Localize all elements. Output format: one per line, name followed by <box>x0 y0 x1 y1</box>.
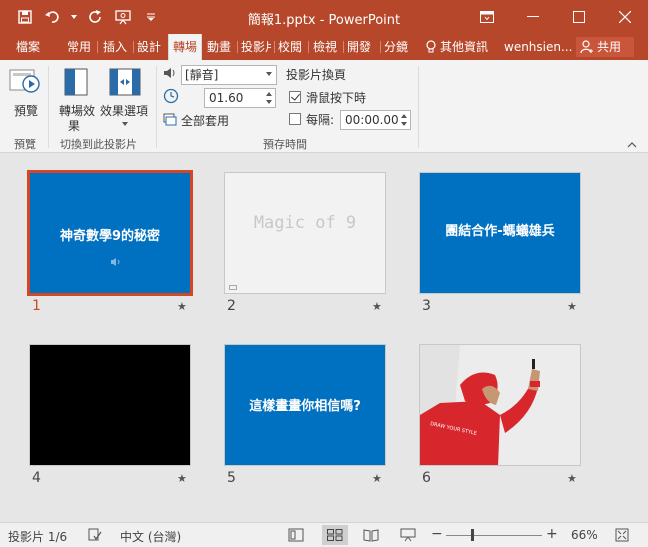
preview-button[interactable]: 預覽 <box>8 64 42 118</box>
slide-title: 這樣畫畫你相信嗎? <box>249 399 361 414</box>
ribbon: 預覽 預覽 轉場效 果 效果選項 切換到此投影片 [靜音] 01.60 全部套用… <box>0 60 648 153</box>
transition-star-icon: ★ <box>567 472 577 485</box>
slide-thumbnail-6[interactable]: DRAW YOUR STYLE <box>419 344 581 466</box>
lightbulb-icon <box>426 40 436 53</box>
on-mouse-click-label: 滑鼠按下時 <box>306 91 367 105</box>
after-label: 每隔: <box>306 113 335 127</box>
preview-icon <box>9 69 40 93</box>
transition-icon <box>64 68 88 96</box>
user-account[interactable]: wenhsien... <box>504 34 572 60</box>
sound-select[interactable]: [靜音] <box>181 65 277 85</box>
sound-value: [靜音] <box>185 68 219 82</box>
tab-storyboard[interactable]: 分鏡 <box>384 34 414 60</box>
duration-spinner[interactable]: 01.60 <box>204 88 276 108</box>
slide-sorter-icon <box>327 529 343 541</box>
tell-me-label: 其他資訊 <box>440 40 489 54</box>
preview-label: 預覽 <box>14 104 39 118</box>
close-icon[interactable] <box>602 0 648 34</box>
group-label-transition: 切換到此投影片 <box>60 138 137 151</box>
transition-star-icon: ★ <box>177 300 187 313</box>
apply-all-icon <box>163 113 177 126</box>
effect-options-button[interactable]: 效果選項 <box>100 64 152 130</box>
zoom-in-button[interactable]: + <box>546 526 558 542</box>
group-label-preview: 預覽 <box>14 138 36 151</box>
dropdown-arrow-icon <box>122 122 128 126</box>
effect-options-icon <box>109 68 141 96</box>
tab-animations[interactable]: 動畫 <box>207 34 233 60</box>
tab-insert[interactable]: 插入 <box>103 34 129 60</box>
slide-photo: DRAW YOUR STYLE <box>420 345 580 465</box>
spelling-check-icon[interactable] <box>88 528 102 542</box>
slide-thumbnail-1[interactable]: 神奇數學9的秘密 <box>27 170 193 296</box>
effect-options-label: 效果選項 <box>100 104 149 118</box>
after-time-value: 00:00.00 <box>345 113 399 127</box>
title-bar: 簡報1.pptx - PowerPoint <box>0 0 648 34</box>
apply-to-all-button[interactable]: 全部套用 <box>163 112 263 130</box>
slide-thumbnail-3[interactable]: 團結合作-螞蟻雄兵 <box>419 172 581 294</box>
slide-title: 神奇數學9的秘密 <box>59 229 161 244</box>
transition-star-icon: ★ <box>567 300 577 313</box>
slide-number: 1 <box>32 298 41 314</box>
slide-title: 團結合作-螞蟻雄兵 <box>445 224 555 239</box>
fit-to-window-icon[interactable] <box>615 528 629 542</box>
tab-view[interactable]: 檢視 <box>313 34 339 60</box>
transition-effects-button[interactable]: 轉場效 果 <box>56 64 100 133</box>
zoom-level[interactable]: 66% <box>571 528 598 542</box>
transition-star-icon: ★ <box>372 472 382 485</box>
slide-sorter: 神奇數學9的秘密 1 ★ Magic of 9 2 ★ 團結合作-螞蟻雄兵 3 … <box>0 154 648 522</box>
minimize-icon[interactable] <box>510 0 556 34</box>
slide-number: 2 <box>227 298 236 314</box>
sound-icon <box>111 258 120 266</box>
tab-slideshow[interactable]: 投影片 <box>241 34 271 60</box>
transition-star-icon: ★ <box>372 300 382 313</box>
collapse-ribbon-icon[interactable] <box>627 142 637 148</box>
language-indicator[interactable]: 中文 (台灣) <box>120 528 181 545</box>
apply-all-label: 全部套用 <box>181 114 230 128</box>
slide-number: 3 <box>422 298 431 314</box>
tell-me-box[interactable]: 其他資訊 <box>426 34 488 60</box>
advance-slide-label: 投影片換頁 <box>286 68 347 82</box>
tab-home[interactable]: 常用 <box>67 34 93 60</box>
slide-count[interactable]: 投影片 1/6 <box>8 528 67 545</box>
ribbon-display-icon[interactable] <box>464 0 510 34</box>
share-label: 共用 <box>597 40 622 54</box>
group-label-timing: 預存時間 <box>263 138 307 151</box>
zoom-out-button[interactable]: − <box>431 526 443 542</box>
tab-file[interactable]: 檔案 <box>16 34 46 60</box>
slideshow-view-icon[interactable] <box>400 528 416 542</box>
person-add-icon <box>580 40 593 54</box>
speaker-note-icon <box>229 285 237 290</box>
after-time-spinner[interactable]: 00:00.00 <box>340 110 411 130</box>
slide-thumbnail-2[interactable]: Magic of 9 <box>224 172 386 294</box>
transition-effects-label-2: 果 <box>68 119 81 133</box>
slide-thumbnail-4[interactable] <box>29 344 191 466</box>
zoom-slider-thumb[interactable] <box>471 529 474 541</box>
normal-view-icon[interactable] <box>288 528 304 542</box>
sound-icon <box>164 68 175 78</box>
status-bar: 投影片 1/6 中文 (台灣) − + 66% <box>0 522 648 547</box>
tab-transitions[interactable]: 轉場 <box>168 34 202 60</box>
tab-developer[interactable]: 開發 <box>347 34 377 60</box>
after-checkbox[interactable] <box>289 113 301 125</box>
zoom-slider-track[interactable] <box>446 535 542 536</box>
slide-number: 6 <box>422 470 431 486</box>
duration-clock-icon <box>163 88 179 104</box>
on-mouse-click-checkbox[interactable] <box>289 91 301 103</box>
duration-value: 01.60 <box>209 91 244 105</box>
share-button[interactable]: 共用 <box>576 37 634 57</box>
slide-number: 5 <box>227 470 236 486</box>
slide-thumbnail-5[interactable]: 這樣畫畫你相信嗎? <box>224 344 386 466</box>
reading-view-icon[interactable] <box>363 528 379 542</box>
maximize-icon[interactable] <box>556 0 602 34</box>
tab-review[interactable]: 校閱 <box>278 34 304 60</box>
slide-number: 4 <box>32 470 41 486</box>
tab-design[interactable]: 設計 <box>137 34 163 60</box>
slide-sorter-view-button[interactable] <box>322 525 348 545</box>
ribbon-tabs: 檔案 常用 插入 設計 轉場 動畫 投影片 校閱 檢視 開發 分鏡 其他資訊 w… <box>0 34 648 60</box>
slide-title: Magic of 9 <box>253 213 357 233</box>
transition-star-icon: ★ <box>177 472 187 485</box>
